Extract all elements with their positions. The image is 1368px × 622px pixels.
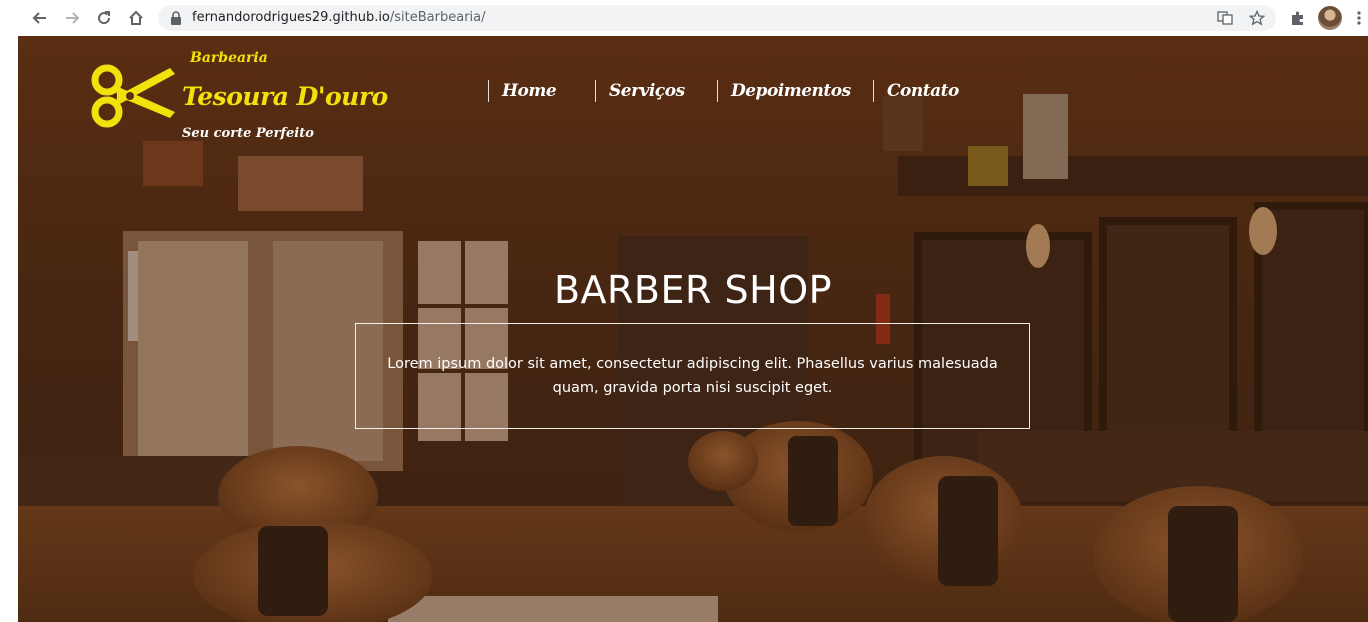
nav-item-contato[interactable]: Contato bbox=[873, 80, 959, 102]
home-button[interactable] bbox=[124, 6, 148, 30]
translate-icon[interactable] bbox=[1216, 9, 1234, 27]
profile-avatar[interactable] bbox=[1318, 6, 1342, 30]
website-page: Barbearia Tesoura D'ouro Seu corte Perfe… bbox=[18, 36, 1368, 622]
arrow-left-icon bbox=[32, 12, 46, 24]
hero-text-box: Lorem ipsum dolor sit amet, consectetur … bbox=[355, 323, 1030, 429]
arrow-right-icon bbox=[66, 12, 80, 24]
nav-item-depoimentos[interactable]: Depoimentos bbox=[717, 80, 851, 102]
logo-tagline: Seu corte Perfeito bbox=[182, 126, 314, 141]
forward-button[interactable] bbox=[60, 6, 84, 30]
back-button[interactable] bbox=[28, 6, 52, 30]
reload-button[interactable] bbox=[92, 6, 116, 30]
home-icon bbox=[129, 10, 143, 25]
nav-item-servicos[interactable]: Serviços bbox=[595, 80, 685, 102]
browser-toolbar: fernandorodrigues29.github.io/siteBarbea… bbox=[0, 0, 1368, 36]
hero-title: BARBER SHOP bbox=[553, 268, 833, 312]
logo-title: Tesoura D'ouro bbox=[182, 82, 388, 111]
lock-icon bbox=[171, 11, 181, 25]
reload-icon bbox=[98, 11, 111, 25]
extensions-puzzle-icon[interactable] bbox=[1287, 7, 1309, 29]
nav-item-home[interactable]: Home bbox=[488, 80, 557, 102]
url-host: fernandorodrigues29.github.io bbox=[192, 10, 390, 25]
url-text: fernandorodrigues29.github.io/siteBarbea… bbox=[192, 10, 486, 25]
brand-logo[interactable]: Barbearia Tesoura D'ouro Seu corte Perfe… bbox=[90, 50, 388, 160]
bookmark-star-icon[interactable] bbox=[1248, 9, 1266, 27]
hero-description: Lorem ipsum dolor sit amet, consectetur … bbox=[387, 356, 998, 396]
scissors-icon bbox=[91, 64, 175, 128]
url-path: /siteBarbearia/ bbox=[389, 10, 486, 25]
address-bar[interactable]: fernandorodrigues29.github.io/siteBarbea… bbox=[158, 5, 1276, 31]
logo-subtitle: Barbearia bbox=[190, 50, 268, 66]
menu-kebab-icon[interactable] bbox=[1348, 7, 1368, 29]
